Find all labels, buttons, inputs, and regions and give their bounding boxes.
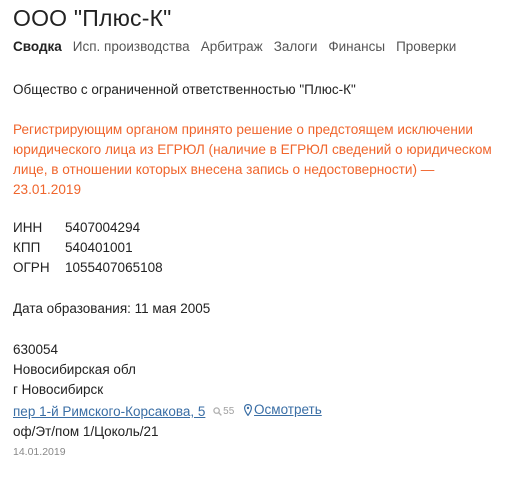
kpp-label: КПП [13,240,41,255]
ogrn-label: ОГРН [13,260,50,275]
postcode: 630054 [13,342,59,357]
tab-inspections[interactable]: Проверки [396,39,456,54]
inspect-link-label: Осмотреть [254,402,322,417]
inn-label: ИНН [13,220,43,235]
ogrn-value: 1055407065108 [65,260,163,275]
city: г Новосибирск [13,382,104,397]
registration-codes: ИНН 5407004294 КПП 540401001 ОГРН 105540… [13,218,163,278]
kpp-value: 540401001 [65,240,133,255]
address-block: 630054 Новосибирская обл г Новосибирск п… [13,340,322,460]
address-date: 14.01.2019 [13,446,66,458]
inn-row: ИНН 5407004294 [13,218,163,238]
founded-date: Дата образования: 11 мая 2005 [13,301,211,316]
tab-bar: Сводка Исп. производства Арбитраж Залоги… [13,39,467,54]
inspect-link[interactable]: Осмотреть [244,400,322,420]
company-full-name: Общество с ограниченной ответственностью… [13,82,356,97]
tab-pledges[interactable]: Залоги [274,39,318,54]
tab-arbitration[interactable]: Арбитраж [201,39,263,54]
kpp-row: КПП 540401001 [13,238,163,258]
ogrn-row: ОГРН 1055407065108 [13,258,163,278]
views-count: 55 [223,405,235,417]
tab-enforcement[interactable]: Исп. производства [73,39,190,54]
magnifier-icon [213,407,223,416]
liquidation-warning: Регистрирующим органом принято решение о… [13,122,492,197]
street-line: пер 1-й Римского-Корсакова, 5 55 Осмотре… [13,400,322,422]
tab-summary[interactable]: Сводка [13,39,62,54]
page-title: ООО "Плюс-К" [13,5,172,31]
street-link[interactable]: пер 1-й Римского-Корсакова, 5 [13,404,205,419]
company-card: ООО "Плюс-К" Сводка Исп. производства Ар… [0,0,514,491]
office: оф/Эт/пом 1/Цоколь/21 [13,424,159,439]
region: Новосибирская обл [13,362,136,377]
views-counter: 55 [213,402,234,422]
map-pin-icon [244,404,253,416]
inn-value: 5407004294 [65,220,141,235]
tab-finances[interactable]: Финансы [328,39,385,54]
